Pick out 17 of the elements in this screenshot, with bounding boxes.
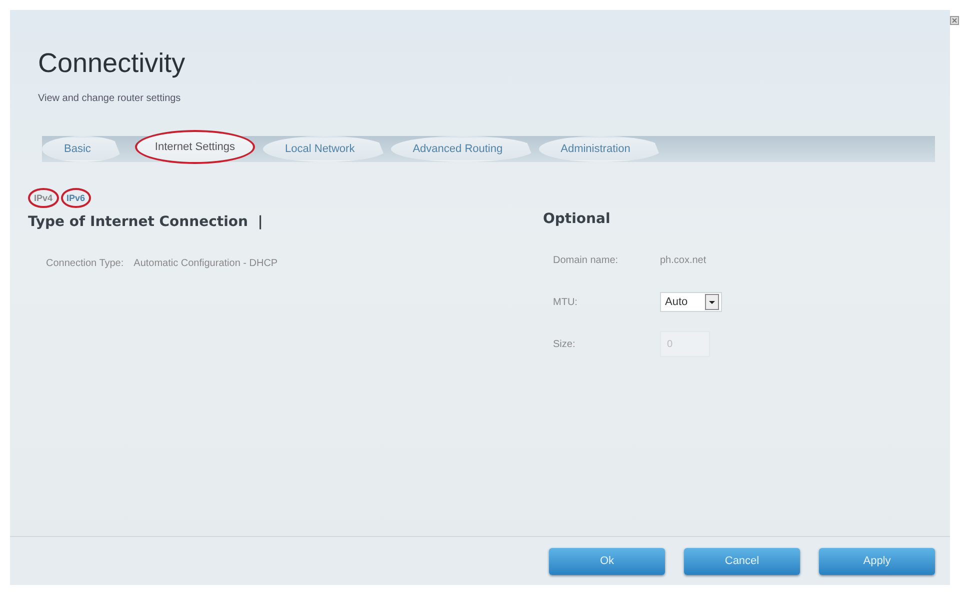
close-icon[interactable] — [950, 16, 959, 25]
window-subtitle: View and change router settings — [38, 93, 182, 104]
caret-icon — [705, 294, 719, 310]
tab[interactable]: Internet Settings — [134, 130, 256, 164]
dialog-button[interactable]: Cancel — [684, 548, 800, 574]
dialog-button[interactable]: Ok — [549, 548, 665, 574]
field-label: Domain name: — [552, 254, 620, 266]
window-title: Connectivity — [38, 48, 186, 79]
mtu-dropdown[interactable]: Auto — [660, 292, 722, 312]
dialog-button[interactable]: Apply — [819, 548, 935, 574]
section-heading: Type of Internet Connection | — [28, 214, 264, 230]
field-label: Size: — [552, 338, 576, 350]
field-label: MTU: — [552, 296, 578, 308]
ip-version-link[interactable]: IPv4 — [28, 188, 59, 208]
field-label: Connection Type: — [45, 258, 124, 268]
ip-version-link[interactable]: IPv6 — [60, 188, 92, 208]
section-heading: Optional — [543, 211, 612, 227]
